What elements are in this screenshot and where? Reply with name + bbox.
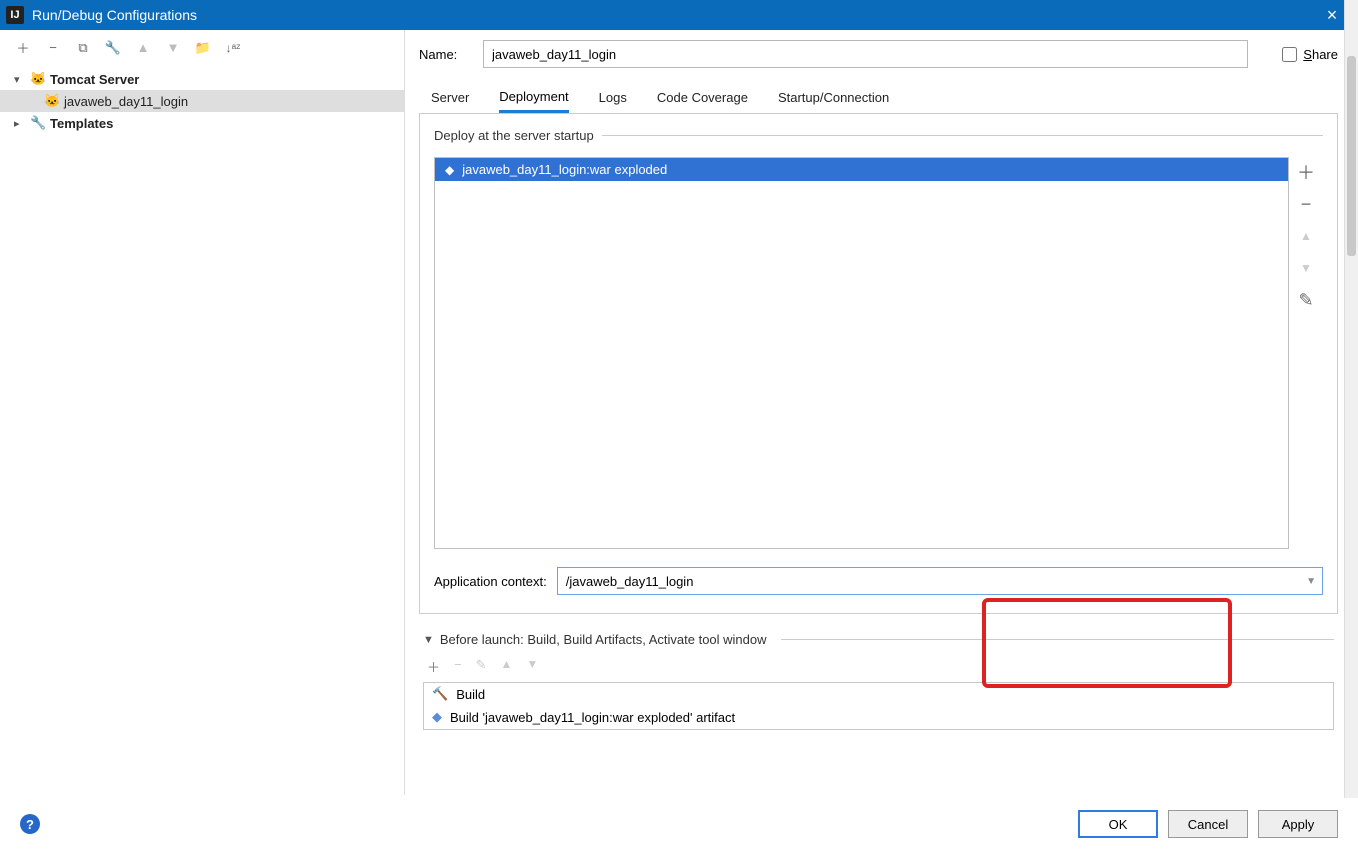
chevron-right-icon: ▸ <box>14 117 26 130</box>
left-panel: ＋ − ⧉ 🔧 ▲ ▼ 📁 ↓ᵃᶻ ▾ 🐱 Tomcat Server 🐱 ja… <box>0 30 405 795</box>
context-row: Application context: /javaweb_day11_logi… <box>434 567 1323 595</box>
sort-icon[interactable]: ↓ᵃᶻ <box>224 41 242 55</box>
remove-icon[interactable]: − <box>44 40 62 55</box>
window-title: Run/Debug Configurations <box>32 7 1312 23</box>
tree-label: Templates <box>50 116 113 131</box>
title-bar: IJ Run/Debug Configurations × <box>0 0 1358 30</box>
share-checkbox[interactable] <box>1282 47 1297 62</box>
ok-button[interactable]: OK <box>1078 810 1158 838</box>
add-icon[interactable]: ＋ <box>427 657 440 676</box>
remove-icon[interactable]: − <box>1295 193 1317 215</box>
artifact-item[interactable]: ◆ javaweb_day11_login:war exploded <box>435 158 1288 181</box>
tree-node-config[interactable]: 🐱 javaweb_day11_login <box>0 90 404 112</box>
list-item-label: Build <box>456 687 485 702</box>
apply-button[interactable]: Apply <box>1258 810 1338 838</box>
copy-icon[interactable]: ⧉ <box>74 40 92 56</box>
list-item[interactable]: 🔨 Build <box>424 683 1333 706</box>
help-icon[interactable]: ? <box>20 814 40 834</box>
left-toolbar: ＋ − ⧉ 🔧 ▲ ▼ 📁 ↓ᵃᶻ <box>0 38 404 67</box>
tree-label: javaweb_day11_login <box>64 94 188 109</box>
move-down-icon[interactable]: ▼ <box>164 40 182 55</box>
config-tree[interactable]: ▾ 🐱 Tomcat Server 🐱 javaweb_day11_login … <box>0 67 404 795</box>
before-launch-toolbar: ＋ − ✎ ▲ ▼ <box>423 657 1334 676</box>
list-item[interactable]: ◆ Build 'javaweb_day11_login:war explode… <box>424 706 1333 729</box>
move-up-icon[interactable]: ▲ <box>134 40 152 55</box>
wrench-icon[interactable]: 🔧 <box>104 40 122 56</box>
tab-deployment[interactable]: Deployment <box>499 89 568 113</box>
app-icon: IJ <box>6 6 24 24</box>
tab-logs[interactable]: Logs <box>599 90 627 113</box>
chevron-down-icon[interactable]: ▼ <box>423 634 434 646</box>
name-label: Name: <box>419 47 469 62</box>
deployment-panel: Deploy at the server startup ◆ javaweb_d… <box>419 114 1338 614</box>
artifact-label: javaweb_day11_login:war exploded <box>462 162 667 177</box>
context-value: /javaweb_day11_login <box>566 574 694 589</box>
chevron-down-icon: ▼ <box>1306 576 1316 587</box>
move-up-icon[interactable]: ▲ <box>501 657 513 676</box>
tomcat-local-icon: 🐱 <box>44 93 60 109</box>
before-launch-list[interactable]: 🔨 Build ◆ Build 'javaweb_day11_login:war… <box>423 682 1334 730</box>
artifact-icon: ◆ <box>445 163 454 177</box>
hammer-icon: 🔨 <box>432 686 448 702</box>
move-up-icon[interactable]: ▲ <box>1295 225 1317 247</box>
move-down-icon[interactable]: ▼ <box>1295 257 1317 279</box>
before-launch-title: Before launch: Build, Build Artifacts, A… <box>440 632 767 647</box>
move-down-icon[interactable]: ▼ <box>526 657 538 676</box>
scrollbar[interactable] <box>1344 0 1358 798</box>
chevron-down-icon: ▾ <box>14 73 26 86</box>
divider <box>781 639 1334 640</box>
tree-node-tomcat[interactable]: ▾ 🐱 Tomcat Server <box>0 68 404 90</box>
scrollbar-thumb[interactable] <box>1347 56 1356 256</box>
name-input[interactable] <box>483 40 1248 68</box>
artifact-list[interactable]: ◆ javaweb_day11_login:war exploded <box>434 157 1289 549</box>
tabs: Server Deployment Logs Code Coverage Sta… <box>419 82 1338 114</box>
cancel-button[interactable]: Cancel <box>1168 810 1248 838</box>
tab-server[interactable]: Server <box>431 90 469 113</box>
share-label: Share <box>1303 47 1338 62</box>
tab-startup-connection[interactable]: Startup/Connection <box>778 90 889 113</box>
add-icon[interactable]: ＋ <box>14 38 32 57</box>
list-item-label: Build 'javaweb_day11_login:war exploded'… <box>450 710 735 725</box>
deploy-side-toolbar: ＋ − ▲ ▼ ✎ <box>1289 157 1323 549</box>
before-launch-section: ▼ Before launch: Build, Build Artifacts,… <box>419 632 1338 730</box>
name-row: Name: Share <box>419 40 1338 68</box>
artifact-icon: ◆ <box>432 709 442 725</box>
right-panel: Name: Share Server Deployment Logs Code … <box>405 30 1358 795</box>
edit-icon[interactable]: ✎ <box>1295 289 1317 311</box>
add-icon[interactable]: ＋ <box>1295 161 1317 183</box>
context-combo[interactable]: /javaweb_day11_login ▼ <box>557 567 1323 595</box>
remove-icon[interactable]: − <box>454 657 462 676</box>
dialog-footer: ? OK Cancel Apply <box>0 798 1358 850</box>
deploy-legend: Deploy at the server startup <box>434 128 602 143</box>
tree-label: Tomcat Server <box>50 72 139 87</box>
deploy-fieldset: Deploy at the server startup ◆ javaweb_d… <box>434 128 1323 549</box>
tree-node-templates[interactable]: ▸ 🔧 Templates <box>0 112 404 134</box>
wrench-icon: 🔧 <box>30 115 46 131</box>
tab-code-coverage[interactable]: Code Coverage <box>657 90 748 113</box>
tomcat-icon: 🐱 <box>30 71 46 87</box>
context-label: Application context: <box>434 574 547 589</box>
folder-icon[interactable]: 📁 <box>194 40 212 56</box>
edit-icon[interactable]: ✎ <box>476 657 487 676</box>
